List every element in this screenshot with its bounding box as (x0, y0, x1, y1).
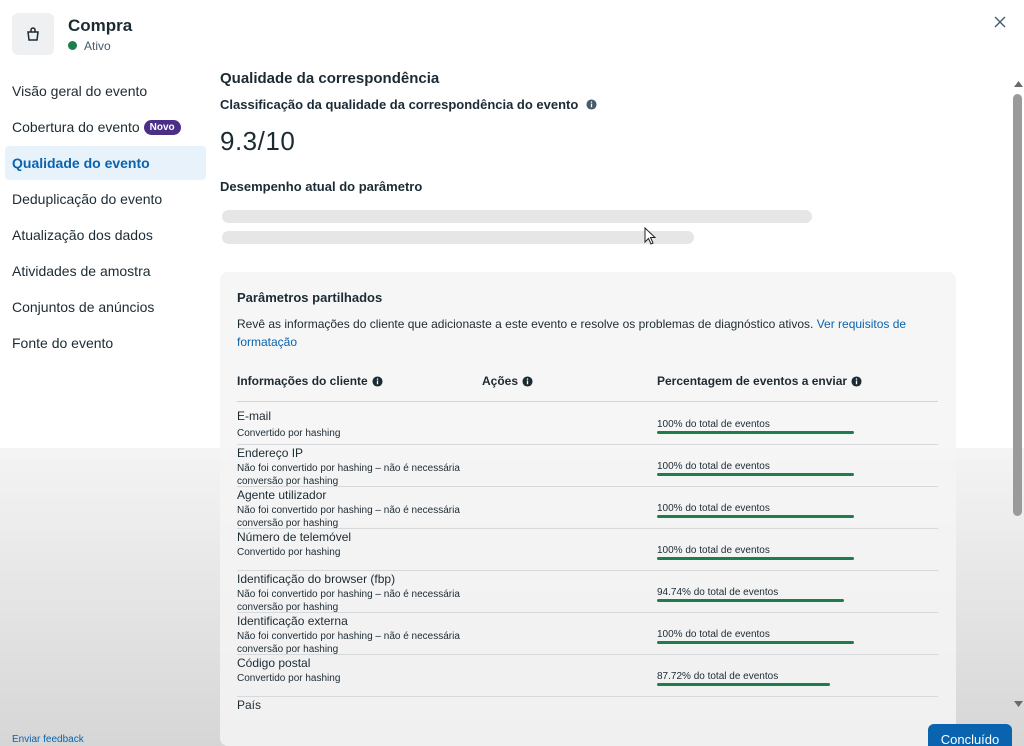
panel-description: Revê as informações do cliente que adici… (237, 315, 917, 351)
event-percentage: 100% do total de eventos (657, 461, 770, 472)
table-row: Agente utilizador Não foi convertido por … (237, 487, 938, 529)
percentage-bar (657, 599, 844, 602)
close-button[interactable] (990, 12, 1010, 32)
column-label: Ações (482, 374, 519, 388)
event-percentage: 100% do total de eventos (657, 503, 770, 514)
event-percentage: 94.74% do total de eventos (657, 587, 779, 598)
scrollbar[interactable] (1012, 72, 1024, 712)
percentage-bar (657, 641, 854, 644)
scroll-down-arrow-icon[interactable] (1012, 698, 1024, 710)
close-icon (994, 16, 1006, 28)
mouse-cursor-icon (644, 226, 657, 250)
sidebar-item-label: Cobertura do evento (12, 119, 140, 135)
sidebar-item-data-freshness[interactable]: Atualização dos dados (5, 218, 206, 252)
parameter-name: Identificação externa (237, 614, 348, 628)
sidebar-item-sample-activities[interactable]: Atividades de amostra (5, 254, 206, 288)
hashing-status: Não foi convertido por hashing – não é n… (237, 589, 460, 613)
hashing-status: Não foi convertido por hashing – não é n… (237, 463, 460, 487)
table-row: Código postal Convertido por hashing 87.72… (237, 655, 938, 697)
event-header: Compra Ativo (12, 12, 132, 56)
hashing-status: Não foi convertido por hashing – não é n… (237, 505, 460, 529)
sidebar-item-label: Fonte do evento (12, 335, 114, 351)
event-percentage: 100% do total de eventos (657, 629, 770, 640)
hashing-status: Não foi convertido por hashing – não é n… (237, 631, 460, 655)
loading-skeleton-bar (222, 210, 812, 223)
shopping-bag-icon (12, 13, 54, 55)
percentage-bar (657, 515, 854, 518)
sidebar-item-label: Conjuntos de anúncios (12, 299, 155, 315)
table-row: Identificação externa Não foi convertido … (237, 613, 938, 655)
status-dot (68, 41, 77, 50)
status-label: Ativo (84, 38, 111, 53)
table-row: E-mail Convertido por hashing 100% do tota… (237, 403, 938, 445)
percentage-bar (657, 557, 854, 560)
hashing-status: Convertido por hashing (237, 428, 341, 439)
panel-description-text: Revê as informações do cliente que adici… (237, 317, 814, 331)
sidebar-item-ad-sets[interactable]: Conjuntos de anúncios (5, 290, 206, 324)
event-percentage: 100% do total de eventos (657, 419, 770, 430)
table-row: Endereço IP Não foi convertido por hashin… (237, 445, 938, 487)
percentage-bar (657, 683, 830, 686)
percentage-bar (657, 431, 854, 434)
column-label: Informações do cliente (237, 374, 368, 388)
sidebar-item-label: Atualização dos dados (12, 227, 153, 243)
column-header-percentage: Percentagem de eventos a enviar (657, 374, 862, 388)
parameter-name: Código postal (237, 656, 311, 670)
parameter-name: Endereço IP (237, 446, 304, 460)
info-icon[interactable] (522, 375, 533, 387)
parameter-name: E-mail (237, 409, 272, 423)
event-title: Compra (68, 15, 133, 35)
emq-title: Classificação da qualidade da correspond… (220, 97, 960, 112)
parameter-name: País (237, 698, 262, 712)
event-percentage: 100% do total de eventos (657, 545, 770, 556)
sidebar-nav: Visão geral do evento Cobertura do event… (5, 74, 206, 362)
done-button[interactable]: Concluído (928, 724, 1012, 746)
column-header-customer-info: Informações do cliente (237, 374, 383, 388)
scroll-thumb[interactable] (1013, 94, 1022, 516)
table-row: Número de telemóvel Convertido por hashin… (237, 529, 938, 571)
parameter-name: Agente utilizador (237, 488, 327, 502)
scroll-up-arrow-icon[interactable] (1012, 78, 1024, 90)
parameter-name: Número de telemóvel (237, 530, 352, 544)
loading-skeleton-bar (222, 231, 694, 244)
new-badge: Novo (143, 119, 181, 135)
table-header: Informações do cliente Ações Percentagem… (237, 374, 938, 402)
sidebar-item-label: Atividades de amostra (12, 263, 151, 279)
emq-score: 9.3/10 (220, 126, 296, 156)
sidebar-item-label: Visão geral do evento (12, 83, 148, 99)
panel-title: Parâmetros partilhados (237, 290, 383, 305)
sidebar-item-label: Qualidade do evento (12, 155, 150, 171)
event-percentage: 87.72% do total de eventos (657, 671, 779, 682)
column-label: Percentagem de eventos a enviar (657, 374, 848, 388)
sidebar-item-deduplication[interactable]: Deduplicação do evento (5, 182, 206, 216)
info-icon[interactable] (372, 375, 383, 387)
percentage-bar (657, 473, 854, 476)
emq-title-text: Classificação da qualidade da correspond… (220, 97, 579, 112)
parameter-name: Identificação do browser (fbp) (237, 572, 396, 586)
sidebar-item-label: Deduplicação do evento (12, 191, 163, 207)
hashing-status: Convertido por hashing (237, 547, 341, 558)
column-header-actions: Ações (482, 374, 533, 388)
sidebar-item-quality[interactable]: Qualidade do evento (5, 146, 206, 180)
sidebar-item-event-source[interactable]: Fonte do evento (5, 326, 206, 360)
info-icon[interactable] (586, 99, 597, 110)
shared-parameters-header: Parâmetros partilhados Revê as informaçõ… (237, 290, 937, 351)
main-content: Qualidade da correspondência Classificaç… (220, 66, 960, 194)
hashing-status: Convertido por hashing (237, 673, 341, 684)
info-icon[interactable] (851, 375, 862, 387)
sidebar-item-coverage[interactable]: Cobertura do evento Novo (5, 110, 206, 144)
event-status: Ativo (68, 39, 132, 53)
section-title: Qualidade da correspondência (220, 70, 440, 87)
footer: Enviar feedback Concluído (0, 716, 1024, 746)
parameter-performance-title: Desempenho atual do parâmetro (220, 179, 423, 194)
table-row: Identificação do browser (fbp) Não foi co… (237, 571, 938, 613)
sidebar-item-overview[interactable]: Visão geral do evento (5, 74, 206, 108)
send-feedback-link[interactable]: Enviar feedback (12, 734, 84, 745)
